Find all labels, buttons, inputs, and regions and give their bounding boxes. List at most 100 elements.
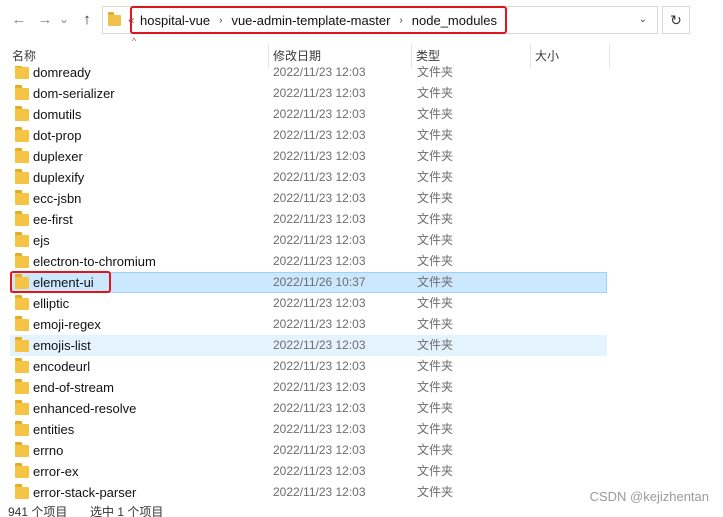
file-modified-date: 2022/11/23 12:03 <box>273 485 366 499</box>
file-modified-date: 2022/11/23 12:03 <box>273 380 366 394</box>
file-type: 文件夹 <box>417 401 454 415</box>
file-type: 文件夹 <box>417 275 454 289</box>
address-bar[interactable]: « hospital-vue › vue-admin-template-mast… <box>102 6 658 34</box>
file-list: domready 2022/11/23 12:03 文件夹 dom-serialize… <box>0 66 723 506</box>
chevron-right-icon[interactable]: › <box>219 15 222 26</box>
file-name: error-ex <box>33 464 79 479</box>
arrow-up-icon: ↑ <box>83 10 91 28</box>
file-name: ecc-jsbn <box>33 191 82 206</box>
file-row[interactable]: dot-prop 2022/11/23 12:03 文件夹 <box>10 125 607 146</box>
file-name: error-stack-parser <box>33 485 137 500</box>
file-name: duplexer <box>33 149 83 164</box>
folder-icon <box>15 66 29 79</box>
file-modified-date: 2022/11/23 12:03 <box>273 464 366 478</box>
file-type: 文件夹 <box>417 464 454 478</box>
file-modified-date: 2022/11/26 10:37 <box>273 275 366 289</box>
file-modified-date: 2022/11/23 12:03 <box>273 212 366 226</box>
forward-button[interactable]: → <box>34 8 56 30</box>
file-row[interactable]: domready 2022/11/23 12:03 文件夹 <box>10 66 607 83</box>
breadcrumb-item-hospital-vue[interactable]: hospital-vue <box>140 13 210 28</box>
file-type: 文件夹 <box>417 380 454 394</box>
file-modified-date: 2022/11/23 12:03 <box>273 107 366 121</box>
file-row[interactable]: duplexify 2022/11/23 12:03 文件夹 <box>10 167 607 188</box>
folder-icon <box>15 442 29 457</box>
folder-icon <box>15 85 29 100</box>
file-type: 文件夹 <box>417 170 454 184</box>
file-name: dom-serializer <box>33 86 115 101</box>
file-name: ejs <box>33 233 50 248</box>
file-row[interactable]: entities 2022/11/23 12:03 文件夹 <box>10 419 607 440</box>
refresh-button[interactable]: ↻ <box>662 6 690 34</box>
up-button[interactable]: ↑ <box>76 8 98 30</box>
column-header-date[interactable]: 修改日期 <box>269 44 411 68</box>
file-name: errno <box>33 443 64 458</box>
file-type: 文件夹 <box>417 359 454 373</box>
file-row[interactable]: emoji-regex 2022/11/23 12:03 文件夹 <box>10 314 607 335</box>
folder-icon <box>15 295 29 310</box>
folder-icon <box>15 169 29 184</box>
file-modified-date: 2022/11/23 12:03 <box>273 149 366 163</box>
breadcrumb-item-node-modules[interactable]: node_modules <box>412 13 497 28</box>
file-row[interactable]: duplexer 2022/11/23 12:03 文件夹 <box>10 146 607 167</box>
file-modified-date: 2022/11/23 12:03 <box>273 233 366 247</box>
file-row[interactable]: encodeurl 2022/11/23 12:03 文件夹 <box>10 356 607 377</box>
file-type: 文件夹 <box>417 317 454 331</box>
file-modified-date: 2022/11/23 12:03 <box>273 254 366 268</box>
file-type: 文件夹 <box>417 107 454 121</box>
folder-icon <box>15 232 29 247</box>
file-row[interactable]: emojis-list 2022/11/23 12:03 文件夹 <box>10 335 607 356</box>
file-name: domutils <box>33 107 82 122</box>
file-name: domready <box>33 66 91 80</box>
file-modified-date: 2022/11/23 12:03 <box>273 359 366 373</box>
column-header-name[interactable]: 名称 <box>8 44 268 68</box>
column-header-size[interactable]: 大小 <box>531 44 609 68</box>
folder-icon <box>15 463 29 478</box>
chevron-right-icon[interactable]: › <box>399 15 402 26</box>
folder-icon <box>15 211 29 226</box>
file-row[interactable]: end-of-stream 2022/11/23 12:03 文件夹 <box>10 377 607 398</box>
file-type: 文件夹 <box>417 66 454 79</box>
watermark: CSDN @kejizhentan <box>589 489 709 504</box>
file-type: 文件夹 <box>417 149 454 163</box>
file-type: 文件夹 <box>417 191 454 205</box>
chevron-down-icon[interactable]: ⌄ <box>639 14 647 25</box>
file-modified-date: 2022/11/23 12:03 <box>273 66 366 79</box>
file-modified-date: 2022/11/23 12:03 <box>273 86 366 100</box>
chevron-down-icon: ⌄ <box>58 12 70 26</box>
folder-icon <box>15 148 29 163</box>
file-row[interactable]: ecc-jsbn 2022/11/23 12:03 文件夹 <box>10 188 607 209</box>
file-modified-date: 2022/11/23 12:03 <box>273 401 366 415</box>
file-row[interactable]: electron-to-chromium 2022/11/23 12:03 文件夹 <box>10 251 607 272</box>
file-row[interactable]: errno 2022/11/23 12:03 文件夹 <box>10 440 607 461</box>
file-row[interactable]: enhanced-resolve 2022/11/23 12:03 文件夹 <box>10 398 607 419</box>
back-button[interactable]: ← <box>8 8 30 30</box>
arrow-right-icon: → <box>37 10 53 28</box>
file-name: encodeurl <box>33 359 91 374</box>
file-name: electron-to-chromium <box>33 254 156 269</box>
file-row[interactable]: error-ex 2022/11/23 12:03 文件夹 <box>10 461 607 482</box>
highlight-box <box>10 271 111 293</box>
column-header-type[interactable]: 类型 <box>412 44 530 68</box>
file-type: 文件夹 <box>417 338 454 352</box>
folder-icon <box>15 316 29 331</box>
breadcrumb-item-vue-admin-template-master[interactable]: vue-admin-template-master <box>231 13 390 28</box>
folder-icon <box>15 484 29 499</box>
breadcrumb: hospital-vue › vue-admin-template-master… <box>130 6 508 34</box>
file-row[interactable]: dom-serializer 2022/11/23 12:03 文件夹 <box>10 83 607 104</box>
file-type: 文件夹 <box>417 485 454 499</box>
file-type: 文件夹 <box>417 296 454 310</box>
file-row[interactable]: error-stack-parser 2022/11/23 12:03 文件夹 <box>10 482 607 503</box>
file-row[interactable]: elliptic 2022/11/23 12:03 文件夹 <box>10 293 607 314</box>
file-type: 文件夹 <box>417 443 454 457</box>
file-row[interactable]: ee-first 2022/11/23 12:03 文件夹 <box>10 209 607 230</box>
column-divider[interactable] <box>609 44 610 68</box>
recent-locations-button[interactable]: ⌄ <box>56 8 72 30</box>
file-name: ee-first <box>33 212 73 227</box>
file-modified-date: 2022/11/23 12:03 <box>273 191 366 205</box>
file-row[interactable]: domutils 2022/11/23 12:03 文件夹 <box>10 104 607 125</box>
file-row[interactable]: ejs 2022/11/23 12:03 文件夹 <box>10 230 607 251</box>
file-type: 文件夹 <box>417 254 454 268</box>
file-modified-date: 2022/11/23 12:03 <box>273 338 366 352</box>
refresh-icon: ↻ <box>670 11 682 28</box>
file-name: enhanced-resolve <box>33 401 137 416</box>
